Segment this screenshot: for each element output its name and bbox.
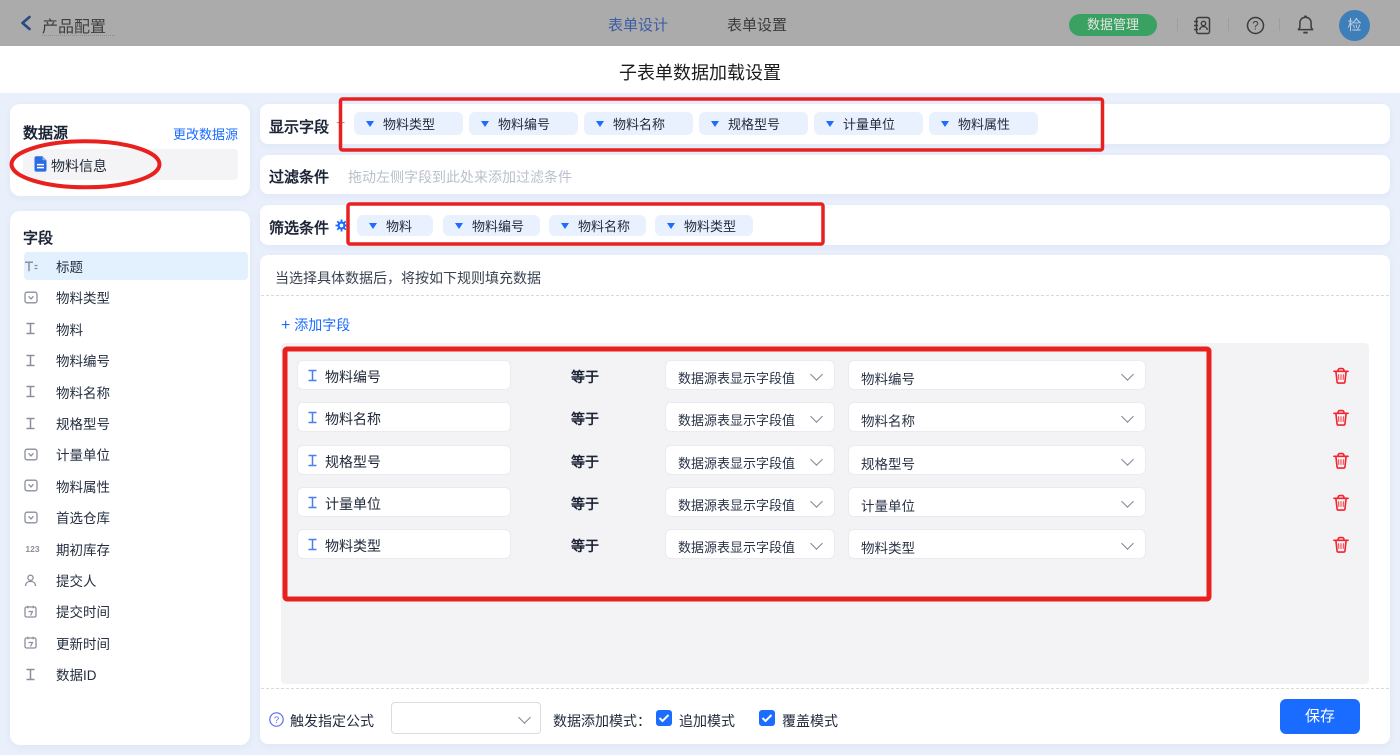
svg-text:?: ? <box>274 715 279 726</box>
svg-text:?: ? <box>1252 21 1258 33</box>
svg-text:123: 123 <box>25 544 39 554</box>
